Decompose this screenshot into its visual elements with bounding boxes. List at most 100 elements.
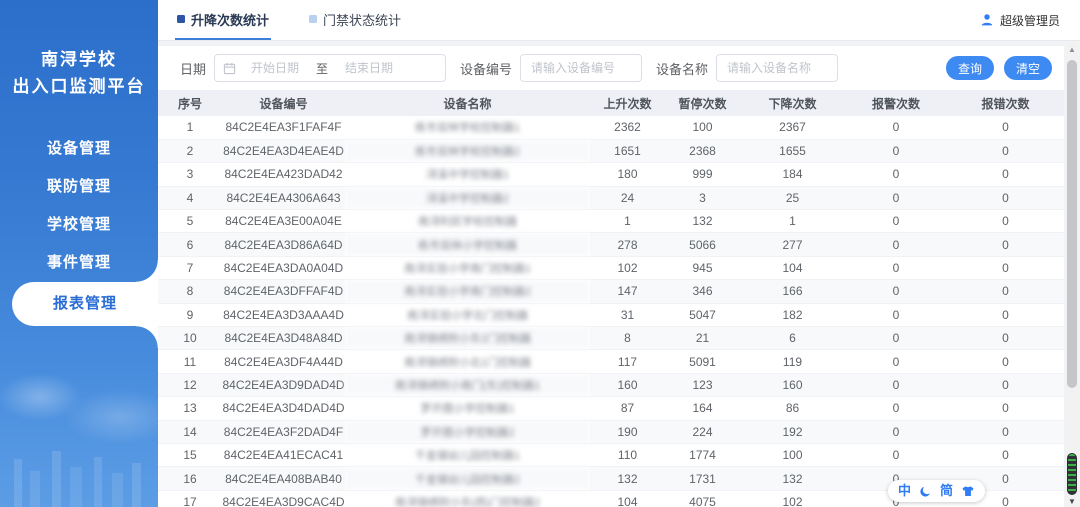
rise-count: 132 [590, 466, 665, 491]
tab-lift-count-stats[interactable]: 升降次数统计 [175, 0, 272, 40]
table-row: 7 84C2E4EA3DA0A04D 南浔实验小学南门控制器1 102 945 104 0 0 [158, 256, 1064, 281]
pause-count: 100 [665, 116, 740, 140]
sidebar-item-school[interactable]: 学校管理 [0, 206, 158, 244]
device-name: 练市双林学校控制器1 [345, 116, 590, 140]
error-count: 0 [947, 373, 1064, 398]
device-name: 练市双林小学控制器 [345, 232, 590, 257]
error-count: 0 [947, 116, 1064, 140]
device-name: 南浔锦绣附小东(西)门控制器2 [345, 490, 590, 507]
table-row: 2 84C2E4EA3D4EAE4D 练市双林学校控制器2 1651 2368 1655 0… [158, 139, 1064, 164]
device-id: 84C2E4EA3D48A84D [222, 326, 345, 351]
tab-bullet-icon [177, 15, 185, 23]
device-id-input[interactable] [520, 54, 643, 82]
sidebar-item-event[interactable]: 事件管理 [0, 244, 158, 282]
rise-count: 117 [590, 349, 665, 374]
device-name: 罗开图小学控制器2 [345, 420, 590, 444]
error-count: 0 [947, 303, 1064, 328]
rise-count: 110 [590, 443, 665, 468]
vertical-scrollbar[interactable]: ▲ ▼ [1065, 42, 1079, 507]
fall-count: 1655 [740, 139, 845, 164]
dark-mode-moon-icon[interactable] [919, 485, 932, 498]
alarm-count: 0 [845, 396, 947, 421]
simplified-chinese-button[interactable]: 简 [940, 480, 953, 502]
fall-count: 119 [740, 349, 845, 374]
alarm-count: 0 [845, 139, 947, 164]
device-id: 84C2E4EA3D4EAE4D [222, 139, 345, 164]
device-name-input[interactable] [716, 54, 839, 82]
row-index: 2 [158, 139, 222, 164]
fall-count: 86 [740, 396, 845, 421]
device-id: 84C2E4EA3F2DAD4F [222, 420, 345, 444]
alarm-count: 0 [845, 162, 947, 187]
device-id: 84C2E4EA41ECAC41 [222, 443, 345, 468]
scrollbar-thumb[interactable] [1067, 60, 1077, 388]
pause-count: 945 [665, 256, 740, 281]
rise-count: 2362 [590, 116, 665, 140]
column-header: 报错次数 [947, 90, 1064, 116]
table-row: 11 84C2E4EA3DF4A44D 南浔锦绣附小北1门控制器 117 5091 119… [158, 349, 1064, 374]
alarm-count: 0 [845, 209, 947, 234]
sidebar-item-label: 报表管理 [52, 295, 117, 312]
sidebar-item-report[interactable]: 报表管理 [12, 260, 158, 348]
alarm-count: 0 [845, 326, 947, 351]
shirt-icon[interactable] [961, 484, 975, 498]
row-index: 10 [158, 326, 222, 351]
fall-count: 25 [740, 186, 845, 211]
fall-count: 100 [740, 443, 845, 468]
alarm-count: 0 [845, 303, 947, 328]
chinese-lang-button[interactable]: 中 [898, 480, 911, 502]
fall-count: 132 [740, 466, 845, 491]
date-range-picker[interactable]: 至 [214, 54, 447, 82]
alarm-count: 0 [845, 186, 947, 211]
sidebar-item-device[interactable]: 设备管理 [0, 130, 158, 168]
alarm-count: 0 [845, 349, 947, 374]
end-date-input[interactable] [330, 61, 409, 75]
table-row: 13 84C2E4EA3D4DAD4D 罗开图小学控制器1 87 164 86 0 0 [158, 396, 1064, 421]
device-name: 罗开图小学控制器1 [345, 396, 590, 421]
row-index: 17 [158, 490, 222, 507]
device-id: 84C2E4EA408BAB40 [222, 466, 345, 491]
row-index: 8 [158, 279, 222, 304]
rise-count: 1 [590, 209, 665, 234]
row-index: 11 [158, 349, 222, 374]
calendar-icon [223, 62, 236, 74]
scroll-up-arrow[interactable]: ▲ [1065, 44, 1079, 56]
start-date-input[interactable] [236, 61, 315, 75]
device-name: 练市双林学校控制器2 [345, 139, 590, 164]
pause-count: 21 [665, 326, 740, 351]
device-id: 84C2E4EA3D9CAC4D [222, 490, 345, 507]
date-separator: 至 [316, 61, 329, 76]
filter-bar: 日期 至 设备编号 设备名称 查询 清空 [158, 46, 1064, 90]
rise-count: 104 [590, 490, 665, 507]
translate-toolbar[interactable]: 中 简 [888, 480, 986, 502]
device-id: 84C2E4EA423DAD42 [222, 162, 345, 187]
error-count: 0 [947, 420, 1064, 444]
row-index: 4 [158, 186, 222, 211]
pause-count: 346 [665, 279, 740, 304]
table-row: 12 84C2E4EA3D9DAD4D 南浔锦绣附小南门(东)控制器1 160 123 1… [158, 373, 1064, 398]
top-bar: 升降次数统计 门禁状态统计 超级管理员 [158, 0, 1080, 41]
fall-count: 102 [740, 490, 845, 507]
column-header: 上升次数 [590, 90, 665, 116]
row-index: 12 [158, 373, 222, 398]
rise-count: 180 [590, 162, 665, 187]
error-count: 0 [947, 186, 1064, 211]
device-name: 浔溪中学控制器2 [345, 186, 590, 211]
search-button[interactable]: 查询 [945, 56, 994, 80]
pause-count: 1774 [665, 443, 740, 468]
rise-count: 160 [590, 373, 665, 398]
clear-button[interactable]: 清空 [1003, 56, 1052, 80]
alarm-count: 0 [845, 443, 947, 468]
stats-table: 序号 设备编号 设备名称 上升次数 暂停次数 下降次数 报警次数 报错次数 1 84C2E4EA… [158, 90, 1064, 507]
user-menu[interactable]: 超级管理员 [980, 0, 1060, 40]
column-header: 序号 [158, 90, 222, 116]
table-row: 4 84C2E4EA4306A643 浔溪中学控制器2 24 3 25 0 0 [158, 186, 1064, 211]
table-body: 1 84C2E4EA3F1FAF4F 练市双林学校控制器1 2362 100 2367 0 0… [158, 116, 1064, 507]
sidebar-item-joint-defense[interactable]: 联防管理 [0, 168, 158, 206]
tab-door-status-stats[interactable]: 门禁状态统计 [307, 0, 403, 40]
fall-count: 182 [740, 303, 845, 328]
pause-count: 2368 [665, 139, 740, 164]
date-label: 日期 [180, 61, 207, 77]
scroll-down-arrow[interactable]: ▼ [1065, 496, 1079, 507]
rise-count: 190 [590, 420, 665, 444]
